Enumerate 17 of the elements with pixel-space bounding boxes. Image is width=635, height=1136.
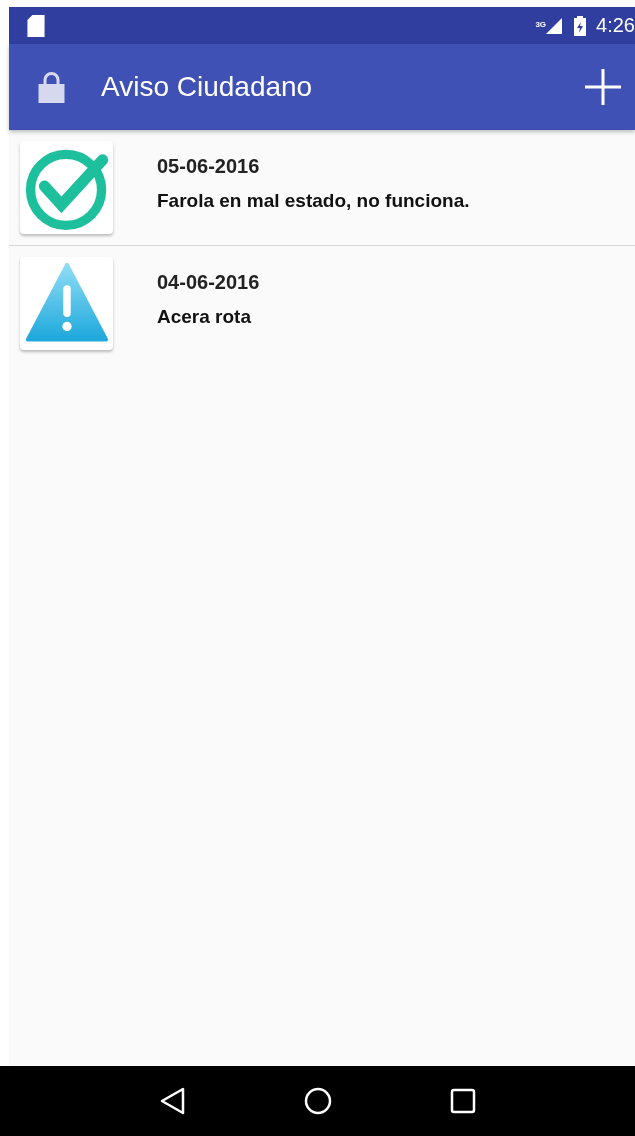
sd-card-icon: [27, 14, 45, 37]
lock-icon[interactable]: [38, 71, 65, 103]
report-date: 04-06-2016: [157, 271, 260, 294]
back-icon[interactable]: [158, 1087, 187, 1115]
home-icon[interactable]: [303, 1087, 332, 1115]
recents-icon[interactable]: [448, 1087, 477, 1115]
report-description: Farola en mal estado, no funciona.: [157, 190, 470, 212]
clock: 4:26: [596, 14, 635, 37]
app-title: Aviso Ciudadano: [101, 71, 314, 103]
report-description: Acera rota: [157, 306, 252, 328]
add-icon[interactable]: [585, 69, 621, 105]
report-item[interactable]: 05-06-2016 Farola en mal estado, no funciona.: [9, 130, 635, 246]
report-item[interactable]: 04-06-2016 Acera rota: [9, 246, 635, 361]
report-date: 05-06-2016: [157, 155, 261, 178]
signal-icon: [546, 17, 563, 34]
network-type: 3G: [535, 20, 547, 29]
battery-icon: [574, 15, 587, 36]
